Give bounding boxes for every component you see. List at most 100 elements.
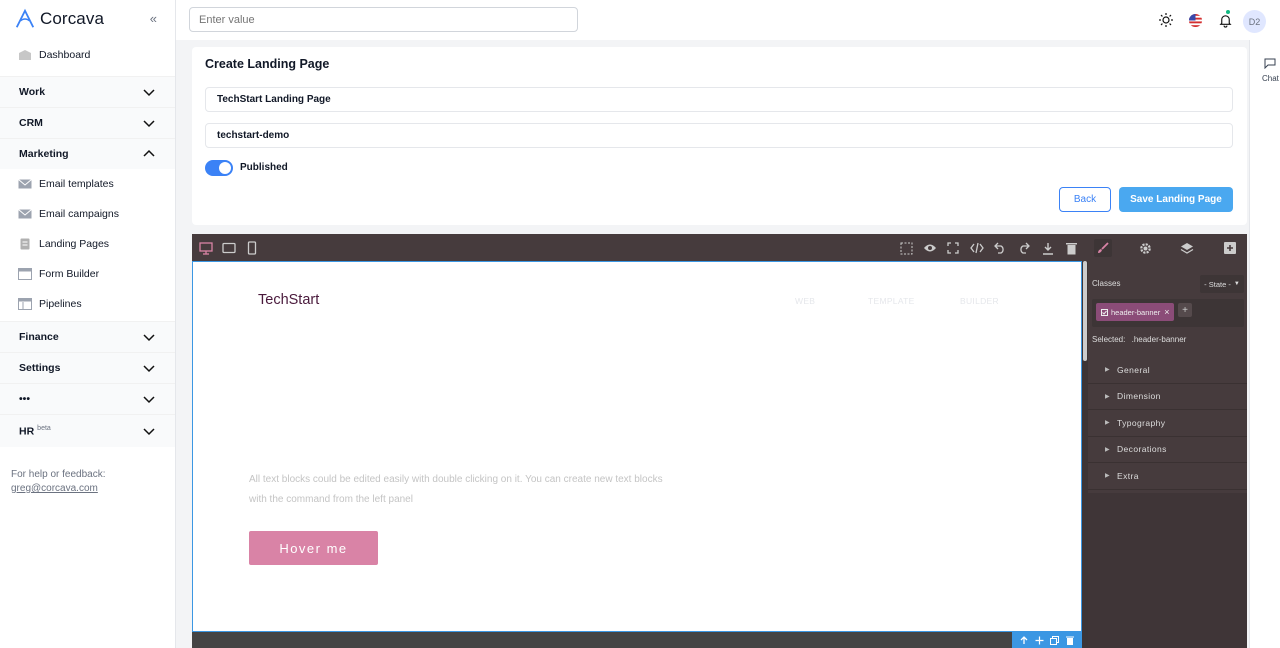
- dashboard-icon: [19, 50, 31, 60]
- help-email-link[interactable]: greg@corcava.com: [11, 483, 98, 494]
- section-label: Work: [19, 86, 46, 98]
- sector-typography[interactable]: ▶ Typography: [1088, 410, 1247, 437]
- sidebar-section-settings[interactable]: Settings: [0, 352, 175, 383]
- class-tag[interactable]: header-banner ×: [1096, 303, 1175, 321]
- settings-gear-icon[interactable]: [1137, 240, 1153, 256]
- sector-extra[interactable]: ▶ Extra: [1088, 463, 1247, 490]
- redo-icon[interactable]: [1016, 240, 1032, 256]
- canvas-hover-button[interactable]: Hover me: [249, 531, 378, 565]
- sidebar-item-form-builder[interactable]: Form Builder: [0, 259, 175, 289]
- sidebar-item-email-templates[interactable]: Email templates: [0, 169, 175, 199]
- landing-page-slug-input[interactable]: techstart-demo: [205, 123, 1233, 148]
- chat-rail[interactable]: Chat: [1249, 40, 1280, 648]
- caret-right-icon: ▶: [1105, 473, 1111, 480]
- avatar[interactable]: D2: [1243, 10, 1266, 33]
- published-toggle[interactable]: [205, 160, 233, 176]
- download-icon[interactable]: [1040, 240, 1056, 256]
- caret-down-icon: ▼: [1233, 281, 1240, 287]
- sidebar-section-more[interactable]: •••: [0, 383, 175, 414]
- caret-right-icon: ▶: [1105, 420, 1111, 427]
- tablet-device-icon[interactable]: [221, 240, 237, 256]
- undo-icon[interactable]: [992, 240, 1008, 256]
- canvas-menu-item[interactable]: WEB: [795, 296, 815, 306]
- landing-page-name-input[interactable]: TechStart Landing Page: [205, 87, 1233, 112]
- bell-icon[interactable]: [1216, 11, 1234, 29]
- sector-label: Typography: [1117, 417, 1166, 428]
- sector-label: Dimension: [1117, 391, 1161, 402]
- mobile-device-icon[interactable]: [244, 240, 260, 256]
- sidebar-item-email-campaigns[interactable]: Email campaigns: [0, 199, 175, 229]
- layers-icon[interactable]: [1179, 240, 1195, 256]
- sidebar-section-marketing[interactable]: Marketing: [0, 138, 175, 169]
- sector-dimension[interactable]: ▶ Dimension: [1088, 384, 1247, 410]
- canvas-text-block[interactable]: All text blocks could be edited easily w…: [249, 470, 679, 510]
- search-input[interactable]: [189, 7, 578, 32]
- sector-decorations[interactable]: ▶ Decorations: [1088, 437, 1247, 463]
- style-manager-panel: Classes - State - ▼ header-banner × + Se…: [1088, 261, 1247, 648]
- topbar: D2: [176, 0, 1280, 40]
- sidebar-item-label: Dashboard: [39, 49, 91, 61]
- style-manager-brush-icon[interactable]: [1094, 239, 1112, 257]
- canvas-logo[interactable]: TechStart: [258, 292, 319, 308]
- select-parent-arrow-icon[interactable]: [1019, 635, 1028, 645]
- delete-component-icon[interactable]: [1066, 636, 1075, 645]
- clone-icon[interactable]: [1050, 635, 1060, 645]
- code-icon[interactable]: [969, 240, 985, 256]
- selected-label: Selected:: [1092, 335, 1126, 344]
- sector-label: Extra: [1117, 470, 1139, 481]
- sidebar-item-dashboard[interactable]: Dashboard: [0, 40, 175, 70]
- scrollbar-thumb[interactable]: [1083, 261, 1087, 361]
- form-icon: [18, 268, 32, 280]
- add-block-icon[interactable]: [1222, 240, 1238, 256]
- sidebar-item-label: Email campaigns: [39, 208, 119, 220]
- add-class-button[interactable]: +: [1178, 303, 1192, 317]
- chevron-down-icon: [143, 120, 155, 128]
- selected-row: Selected: .header-banner: [1092, 335, 1186, 344]
- page-icon: [20, 238, 30, 250]
- save-landing-page-button[interactable]: Save Landing Page: [1119, 187, 1233, 212]
- state-select-value: - State -: [1204, 279, 1231, 289]
- sidebar-section-hr[interactable]: HR beta: [0, 414, 175, 447]
- sidebar-section-finance[interactable]: Finance: [0, 321, 175, 352]
- sidebar-section-work[interactable]: Work: [0, 76, 175, 107]
- component-outline-icon[interactable]: [898, 240, 914, 256]
- sidebar-item-landing-pages[interactable]: Landing Pages: [0, 229, 175, 259]
- state-select[interactable]: - State - ▼: [1200, 275, 1244, 293]
- sidebar: Corcava « Dashboard Work CRM Marketing E…: [0, 0, 176, 648]
- chevron-down-icon: [143, 334, 155, 342]
- preview-eye-icon[interactable]: [922, 240, 938, 256]
- sidebar-item-label: Email templates: [39, 178, 114, 190]
- component-toolbar: [1012, 632, 1082, 648]
- collapse-sidebar-icon[interactable]: «: [150, 11, 157, 26]
- brand-name: Corcava: [40, 9, 105, 28]
- trash-icon[interactable]: [1063, 240, 1079, 256]
- editor-canvas[interactable]: TechStart WEB TEMPLATE BUILDER All text …: [192, 261, 1082, 632]
- style-sectors: ▶ General ▶ Dimension ▶ Typography ▶ Decorat…: [1088, 357, 1247, 490]
- landing-page-form: Create Landing Page TechStart Landing Pa…: [192, 47, 1247, 225]
- mail-icon: [18, 179, 32, 189]
- sidebar-item-label: Pipelines: [39, 298, 82, 310]
- back-button[interactable]: Back: [1059, 187, 1111, 212]
- help-text: For help or feedback:: [11, 469, 106, 480]
- brand[interactable]: Corcava «: [0, 0, 175, 38]
- desktop-device-icon[interactable]: [198, 240, 214, 256]
- caret-right-icon: ▶: [1105, 446, 1111, 453]
- move-icon[interactable]: [1035, 636, 1044, 645]
- theme-toggle-icon[interactable]: [1157, 11, 1175, 29]
- sidebar-item-pipelines[interactable]: Pipelines: [0, 289, 175, 319]
- chevron-up-icon: [143, 149, 155, 157]
- remove-tag-icon[interactable]: ×: [1164, 307, 1169, 317]
- sidebar-section-crm[interactable]: CRM: [0, 107, 175, 138]
- chevron-down-icon: [143, 365, 155, 373]
- us-flag-icon[interactable]: [1186, 11, 1204, 29]
- sector-general[interactable]: ▶ General: [1088, 357, 1247, 384]
- corcava-logo-icon: [15, 8, 35, 28]
- caret-right-icon: ▶: [1105, 367, 1111, 374]
- canvas-menu-item[interactable]: TEMPLATE: [868, 296, 915, 306]
- page-title: Create Landing Page: [205, 57, 330, 71]
- hr-label: HR: [19, 425, 35, 438]
- page-builder: TechStart WEB TEMPLATE BUILDER All text …: [192, 234, 1247, 648]
- checkbox-icon[interactable]: [1101, 308, 1108, 316]
- fullscreen-icon[interactable]: [945, 240, 961, 256]
- canvas-menu-item[interactable]: BUILDER: [960, 296, 999, 306]
